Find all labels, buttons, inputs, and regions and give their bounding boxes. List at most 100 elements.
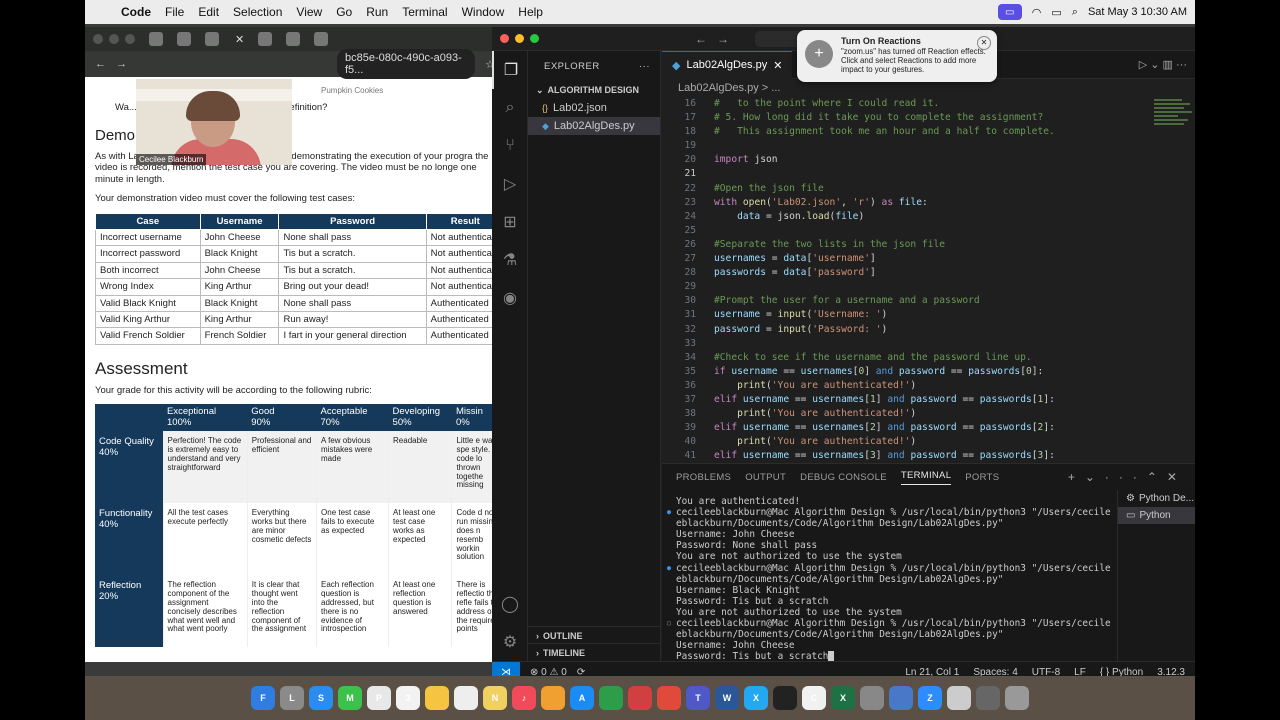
folder-algorithm-design[interactable]: ⌄ ALGORITHM DESIGN bbox=[528, 81, 660, 99]
dock-app-icon[interactable]: P bbox=[367, 686, 391, 710]
file-lab02-json[interactable]: {} Lab02.json bbox=[528, 99, 660, 117]
dock-app-icon[interactable]: S bbox=[309, 686, 333, 710]
account-icon[interactable]: ◯ bbox=[492, 585, 528, 623]
run-debug-icon[interactable]: ▷ bbox=[492, 165, 528, 203]
menubar-clock[interactable]: Sat May 3 10:30 AM bbox=[1088, 6, 1187, 18]
menu-run[interactable]: Run bbox=[366, 5, 388, 19]
dock-app-icon[interactable]: ♪ bbox=[512, 686, 536, 710]
panel-actions-icon[interactable]: +⌄···⌃✕ bbox=[1068, 470, 1187, 484]
tab-favicon[interactable] bbox=[286, 32, 301, 46]
code-line[interactable]: 20 import json bbox=[662, 153, 1195, 167]
tab-terminal[interactable]: TERMINAL bbox=[900, 470, 952, 485]
tab-ports[interactable]: PORTS bbox=[965, 472, 999, 483]
tab-output[interactable]: OUTPUT bbox=[745, 472, 786, 483]
code-line[interactable]: 23 with open('Lab02.json', 'r') as file: bbox=[662, 196, 1195, 210]
code-line[interactable]: 31 username = input('Username: ') bbox=[662, 308, 1195, 322]
code-line[interactable]: 40 print('You are authenticated!') bbox=[662, 435, 1195, 449]
menu-selection[interactable]: Selection bbox=[233, 5, 282, 19]
dock-app-icon[interactable]: N bbox=[483, 686, 507, 710]
zoom-reactions-notification[interactable]: + Turn On Reactions "zoom.us" has turned… bbox=[797, 30, 997, 82]
code-line[interactable]: 37 elif username == usernames[1] and pass… bbox=[662, 393, 1195, 407]
code-line[interactable]: 29 bbox=[662, 280, 1195, 294]
github-icon[interactable]: ◉ bbox=[492, 279, 528, 317]
settings-gear-icon[interactable]: ⚙ bbox=[492, 623, 528, 661]
code-line[interactable]: 34 #Check to see if the username and the … bbox=[662, 351, 1195, 365]
window-minimize-button[interactable] bbox=[515, 34, 524, 43]
extensions-icon[interactable]: ⊞ bbox=[492, 203, 528, 241]
dock-app-icon[interactable]: X bbox=[831, 686, 855, 710]
menu-app-name[interactable]: Code bbox=[121, 5, 151, 19]
code-line[interactable]: 22 #Open the json file bbox=[662, 182, 1195, 196]
tab-favicon[interactable] bbox=[205, 32, 219, 46]
dock-app-icon[interactable]: X bbox=[744, 686, 768, 710]
back-icon[interactable]: ← bbox=[95, 58, 106, 70]
dock-app-icon[interactable] bbox=[657, 686, 681, 710]
dock-app-icon[interactable] bbox=[599, 686, 623, 710]
dock-app-icon[interactable] bbox=[860, 686, 884, 710]
dock-app-icon[interactable]: L bbox=[280, 686, 304, 710]
wifi-icon[interactable]: ◠ bbox=[1032, 6, 1042, 19]
window-close-button[interactable] bbox=[93, 34, 103, 44]
code-line[interactable]: 36 print('You are authenticated!') bbox=[662, 379, 1195, 393]
code-line[interactable]: 27 usernames = data['username'] bbox=[662, 252, 1195, 266]
dock-app-icon[interactable] bbox=[947, 686, 971, 710]
menu-go[interactable]: Go bbox=[336, 5, 352, 19]
dock-app-icon[interactable]: 3 bbox=[396, 686, 420, 710]
dock-app-icon[interactable] bbox=[773, 686, 797, 710]
timeline-section[interactable]: › TIMELINE bbox=[528, 643, 661, 661]
menu-window[interactable]: Window bbox=[462, 5, 505, 19]
bookmark-item[interactable]: Pumpkin Cookies bbox=[321, 86, 383, 95]
dock-app-icon[interactable] bbox=[976, 686, 1000, 710]
tab-favicon[interactable] bbox=[258, 32, 273, 46]
dock-app-icon[interactable] bbox=[541, 686, 565, 710]
zoom-share-icon[interactable]: ▭ bbox=[997, 4, 1022, 20]
command-decoration-icon[interactable]: ● bbox=[662, 507, 676, 518]
code-line[interactable]: 30 #Prompt the user for a username and a … bbox=[662, 294, 1195, 308]
zoom-video-thumbnail[interactable]: Cecilee Blackburn bbox=[136, 79, 292, 165]
forward-icon[interactable]: → bbox=[116, 58, 127, 70]
run-file-icon[interactable]: ▷ ⌄ ▥ ··· bbox=[1139, 58, 1187, 71]
window-close-button[interactable] bbox=[500, 34, 509, 43]
code-line[interactable]: 24 data = json.load(file) bbox=[662, 210, 1195, 224]
dock-app-icon[interactable]: W bbox=[715, 686, 739, 710]
window-zoom-button[interactable] bbox=[125, 34, 135, 44]
tab-debug-console[interactable]: DEBUG CONSOLE bbox=[800, 472, 887, 483]
code-line[interactable]: 38 print('You are authenticated!') bbox=[662, 407, 1195, 421]
dock-app-icon[interactable]: M bbox=[338, 686, 362, 710]
code-line[interactable]: 41 elif username == usernames[3] and pass… bbox=[662, 449, 1195, 463]
dock-app-icon[interactable] bbox=[1005, 686, 1029, 710]
code-line[interactable]: 17 # 5. How long did it take you to compl… bbox=[662, 111, 1195, 125]
tab-favicon[interactable] bbox=[149, 32, 163, 46]
search-icon[interactable]: ⌕ bbox=[1072, 6, 1078, 19]
dock-app-icon[interactable] bbox=[628, 686, 652, 710]
testing-icon[interactable]: ⚗ bbox=[492, 241, 528, 279]
code-line[interactable]: 25 bbox=[662, 224, 1195, 238]
outline-section[interactable]: › OUTLINE bbox=[528, 626, 661, 644]
code-line[interactable]: 32 password = input('Password: ') bbox=[662, 323, 1195, 337]
tab-problems[interactable]: PROBLEMS bbox=[676, 472, 731, 483]
code-line[interactable]: 18 # This assignment took me an hour and … bbox=[662, 125, 1195, 139]
dock-app-icon[interactable]: A bbox=[570, 686, 594, 710]
battery-icon[interactable]: ▭ bbox=[1051, 6, 1061, 19]
close-icon[interactable]: ✕ bbox=[977, 36, 991, 50]
window-zoom-button[interactable] bbox=[530, 34, 539, 43]
more-icon[interactable]: ··· bbox=[639, 61, 650, 72]
tab-favicon[interactable] bbox=[177, 32, 191, 46]
explorer-icon[interactable]: ❐ bbox=[492, 51, 528, 89]
code-editor[interactable]: 16 # to the point where I could read it. 1… bbox=[662, 97, 1195, 463]
command-decoration-icon[interactable]: ● bbox=[662, 563, 676, 574]
file-lab02algdes-py[interactable]: ◆ Lab02AlgDes.py bbox=[528, 117, 660, 135]
window-minimize-button[interactable] bbox=[109, 34, 119, 44]
menu-help[interactable]: Help bbox=[518, 5, 543, 19]
tab-lab02algdes-py[interactable]: ◆ Lab02AlgDes.py ✕ bbox=[662, 50, 793, 79]
code-line[interactable]: 19 bbox=[662, 139, 1195, 153]
dock-app-icon[interactable]: F bbox=[251, 686, 275, 710]
code-line[interactable]: 39 elif username == usernames[2] and pass… bbox=[662, 421, 1195, 435]
source-control-icon[interactable]: ⑂ bbox=[492, 127, 528, 165]
code-line[interactable]: 35 if username == usernames[0] and passwo… bbox=[662, 365, 1195, 379]
address-bar[interactable]: bc85e-080c-490c-a093-f5... bbox=[337, 49, 476, 79]
dock-app-icon[interactable]: Z bbox=[918, 686, 942, 710]
minimap[interactable] bbox=[1150, 97, 1195, 457]
search-icon[interactable]: ⌕ bbox=[492, 89, 528, 127]
code-line[interactable]: 16 # to the point where I could read it. bbox=[662, 97, 1195, 111]
